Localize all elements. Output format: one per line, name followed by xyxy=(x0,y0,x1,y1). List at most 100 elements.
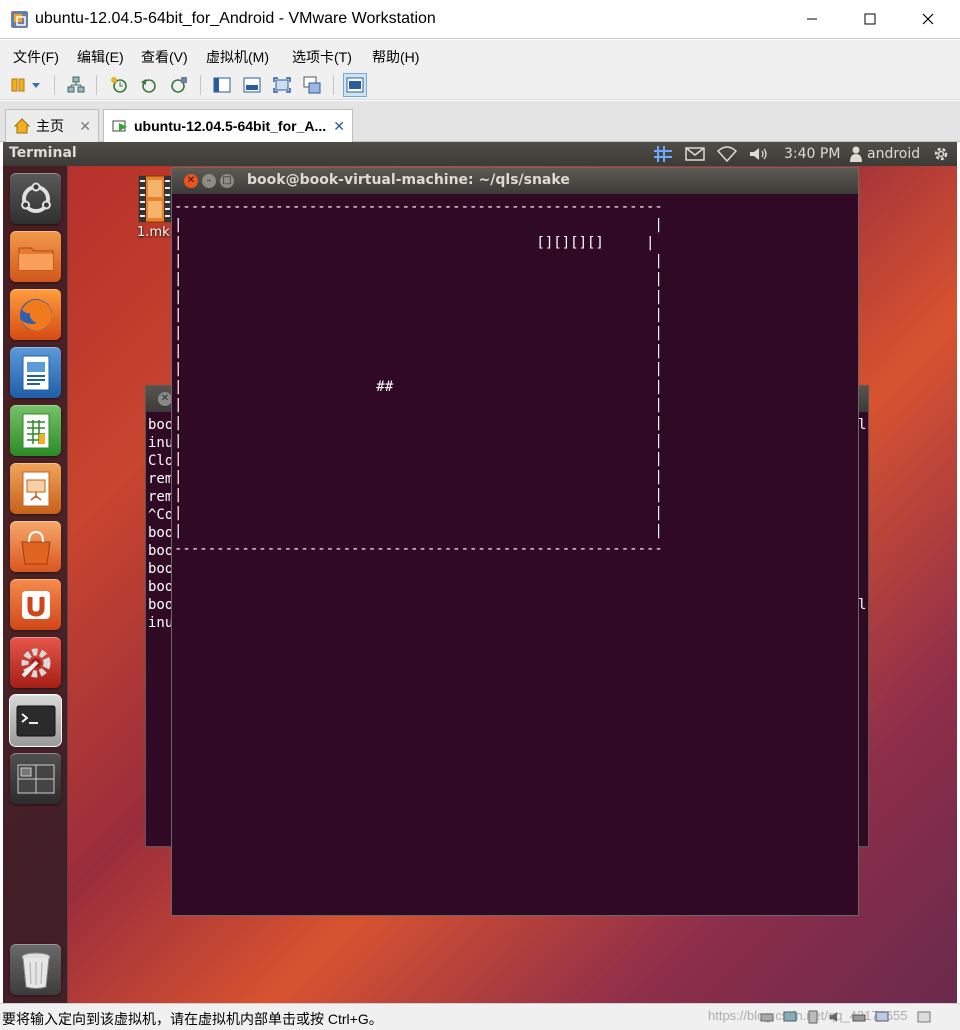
launcher-files[interactable] xyxy=(10,231,61,282)
terminal-line: | | xyxy=(174,361,663,377)
background-terminal-line: rem xyxy=(148,471,174,487)
snapshot-button[interactable] xyxy=(107,73,131,97)
full-screen-icon xyxy=(273,77,291,93)
network-icon xyxy=(717,146,737,162)
launcher-impress[interactable] xyxy=(10,463,61,514)
menu-help[interactable]: 帮助(H) xyxy=(372,47,419,67)
user-indicator[interactable] xyxy=(849,145,863,163)
background-terminal-line: boo xyxy=(148,525,174,541)
launcher-software-center[interactable] xyxy=(10,521,61,572)
launcher-firefox[interactable] xyxy=(10,289,61,340)
unity-launcher xyxy=(3,166,68,1003)
vm-running-icon xyxy=(112,120,127,132)
status-message: 要将输入定向到该虚拟机，请在虚拟机内部单击或按 Ctrl+G。 xyxy=(2,1011,383,1027)
launcher-calc[interactable] xyxy=(10,405,61,456)
background-terminal-line-end xyxy=(858,452,866,470)
unity-button[interactable] xyxy=(300,73,324,97)
sound-icon[interactable] xyxy=(829,1010,843,1024)
background-terminal-line-end xyxy=(858,542,866,560)
volume-indicator[interactable] xyxy=(749,145,769,163)
menu-view[interactable]: 查看(V) xyxy=(141,47,188,67)
software-center-icon xyxy=(20,530,51,564)
volume-icon xyxy=(750,148,767,160)
mail-indicator[interactable] xyxy=(685,145,705,163)
snapshot-manager-icon xyxy=(171,77,187,93)
background-terminal-line-end xyxy=(858,578,866,596)
video-file-icon xyxy=(138,175,172,223)
background-terminal-line-end xyxy=(858,488,866,506)
active-app-title: Terminal xyxy=(9,145,77,161)
hdd-icon[interactable] xyxy=(760,1010,774,1024)
menu-edit[interactable]: 编辑(E) xyxy=(77,47,124,67)
tab-bar: 主页 ✕ ubuntu-12.04.5-64bit_for_A... ✕ xyxy=(0,101,960,142)
network-indicator[interactable] xyxy=(717,145,737,163)
revert-snapshot-button[interactable] xyxy=(137,73,161,97)
thumbnail-view-button[interactable] xyxy=(343,73,367,97)
terminal-line: | | xyxy=(174,253,663,269)
pause-icon xyxy=(11,78,25,92)
terminal-line: | | xyxy=(174,433,663,449)
terminal-titlebar[interactable]: ✕ – □ book@book-virtual-machine: ~/qls/s… xyxy=(172,168,858,194)
fit-guest-button[interactable] xyxy=(240,73,264,97)
power-dropdown[interactable] xyxy=(28,73,44,97)
gear-icon xyxy=(934,147,948,161)
ubuntu-top-panel: Terminal 3:40 PM android xyxy=(3,142,957,166)
message-icon[interactable] xyxy=(917,1010,931,1024)
launcher-writer[interactable] xyxy=(10,347,61,398)
console-view-button[interactable] xyxy=(210,73,234,97)
keyboard-indicator-icon xyxy=(654,146,672,162)
session-indicator[interactable] xyxy=(932,145,950,163)
maximize-icon xyxy=(864,13,876,25)
menu-vm[interactable]: 虚拟机(M) xyxy=(206,47,269,67)
background-terminal-close-button[interactable]: ✕ xyxy=(158,392,172,406)
terminal-window[interactable]: ✕ – □ book@book-virtual-machine: ~/qls/s… xyxy=(171,167,859,916)
menu-tabs[interactable]: 选项卡(T) xyxy=(292,47,352,67)
status-bar: 要将输入定向到该虚拟机，请在虚拟机内部单击或按 Ctrl+G。 https://… xyxy=(0,1003,960,1030)
close-button[interactable] xyxy=(899,0,957,38)
tab-home-close-icon[interactable]: ✕ xyxy=(79,118,91,135)
full-screen-button[interactable] xyxy=(270,73,294,97)
background-terminal-line: boo xyxy=(148,597,174,613)
tab-vm[interactable]: ubuntu-12.04.5-64bit_for_A... ✕ xyxy=(103,109,353,142)
background-terminal-line-end xyxy=(858,614,866,632)
launcher-dash[interactable] xyxy=(10,173,61,224)
vm-screen[interactable]: Terminal 3:40 PM android 1.mk ✕ boo inu … xyxy=(3,142,957,1003)
launcher-workspace-switcher[interactable] xyxy=(10,753,61,804)
terminal-maximize-button[interactable]: □ xyxy=(220,174,234,188)
maximize-button[interactable] xyxy=(841,0,899,38)
background-terminal-line-end: l xyxy=(858,417,867,433)
launcher-terminal[interactable] xyxy=(9,694,62,747)
printer-icon[interactable] xyxy=(852,1010,866,1024)
background-terminal-text-right: ll xyxy=(858,416,866,632)
power-button[interactable] xyxy=(6,73,30,97)
tab-vm-close-icon[interactable]: ✕ xyxy=(333,118,345,135)
terminal-line: | | xyxy=(174,289,663,305)
launcher-ubuntu-one[interactable] xyxy=(10,579,61,630)
minimize-icon: – xyxy=(206,175,212,186)
background-terminal-line-end: l xyxy=(858,597,867,613)
keyboard-indicator[interactable] xyxy=(653,145,673,163)
minimize-button[interactable] xyxy=(783,0,841,38)
menu-file[interactable]: 文件(F) xyxy=(13,47,59,67)
panel-user-name[interactable]: android xyxy=(867,146,920,162)
desktop-file-label: 1.mk xyxy=(137,225,170,240)
usb-icon[interactable] xyxy=(806,1010,820,1024)
maximize-icon: □ xyxy=(222,175,232,186)
tab-home[interactable]: 主页 ✕ xyxy=(5,109,99,142)
tab-vm-label: ubuntu-12.04.5-64bit_for_A... xyxy=(134,118,327,134)
display-icon[interactable] xyxy=(875,1010,889,1024)
toolbar-separator xyxy=(54,75,55,95)
snapshot-manager-button[interactable] xyxy=(167,73,191,97)
panel-clock[interactable]: 3:40 PM xyxy=(784,146,840,162)
minimize-icon xyxy=(807,18,817,20)
revert-snapshot-icon xyxy=(141,79,156,93)
launcher-trash[interactable] xyxy=(10,944,61,995)
background-terminal-line-end xyxy=(858,506,866,524)
terminal-minimize-button[interactable]: – xyxy=(202,174,216,188)
launcher-system-settings[interactable] xyxy=(10,637,61,688)
terminal-close-button[interactable]: ✕ xyxy=(184,174,198,188)
background-terminal-line: ^Co xyxy=(148,507,174,523)
send-ctrl-alt-del-button[interactable] xyxy=(64,73,88,97)
network-adapter-icon[interactable] xyxy=(783,1010,797,1024)
send-ctrl-alt-del-icon xyxy=(67,76,85,93)
